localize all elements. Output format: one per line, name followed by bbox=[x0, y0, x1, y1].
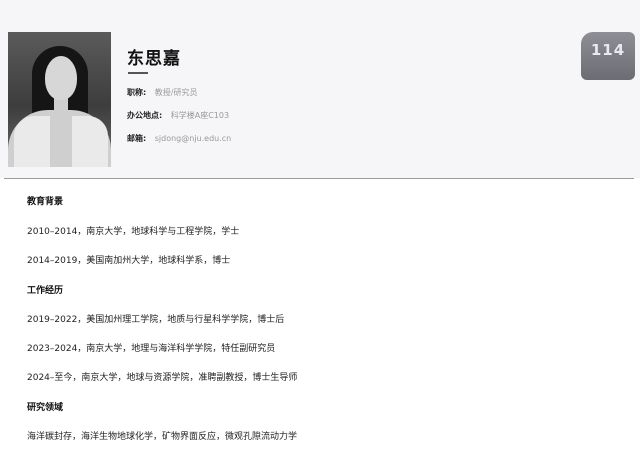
email-row: 邮箱: sjdong@nju.edu.cn bbox=[127, 133, 231, 144]
title-label: 职称: bbox=[127, 88, 147, 97]
email-label: 邮箱: bbox=[127, 134, 147, 143]
work-item: 2023–2024，南京大学，地理与海洋科学学院，特任副研究员 bbox=[27, 344, 276, 354]
name-underline bbox=[128, 72, 148, 74]
research-text: 海洋碳封存，海洋生物地球化学，矿物界面反应，微观孔隙流动力学 bbox=[27, 432, 298, 442]
title-row: 职称: 教授/研究员 bbox=[127, 87, 197, 98]
title-value: 教授/研究员 bbox=[154, 88, 198, 97]
office-row: 办公地点: 科学楼A座C103 bbox=[127, 110, 229, 121]
work-heading: 工作经历 bbox=[27, 286, 64, 296]
work-item: 2019–2022，美国加州理工学院，地质与行星科学学院，博士后 bbox=[27, 315, 285, 325]
profile-photo bbox=[8, 32, 111, 167]
page-badge: 114 bbox=[581, 32, 635, 80]
section-divider bbox=[4, 178, 634, 179]
education-item: 2014–2019，美国南加州大学，地球科学系，博士 bbox=[27, 256, 231, 266]
office-value: 科学楼A座C103 bbox=[170, 111, 230, 120]
office-label: 办公地点: bbox=[127, 111, 163, 120]
education-heading: 教育背景 bbox=[27, 197, 64, 207]
research-heading: 研究领域 bbox=[27, 403, 64, 413]
profile-name: 东思嘉 bbox=[127, 49, 181, 69]
work-item: 2024–至今，南京大学，地球与资源学院，准聘副教授，博士生导师 bbox=[27, 373, 298, 383]
education-item: 2010–2014，南京大学，地球科学与工程学院，学士 bbox=[27, 227, 240, 237]
email-link[interactable]: sjdong@nju.edu.cn bbox=[155, 134, 232, 143]
